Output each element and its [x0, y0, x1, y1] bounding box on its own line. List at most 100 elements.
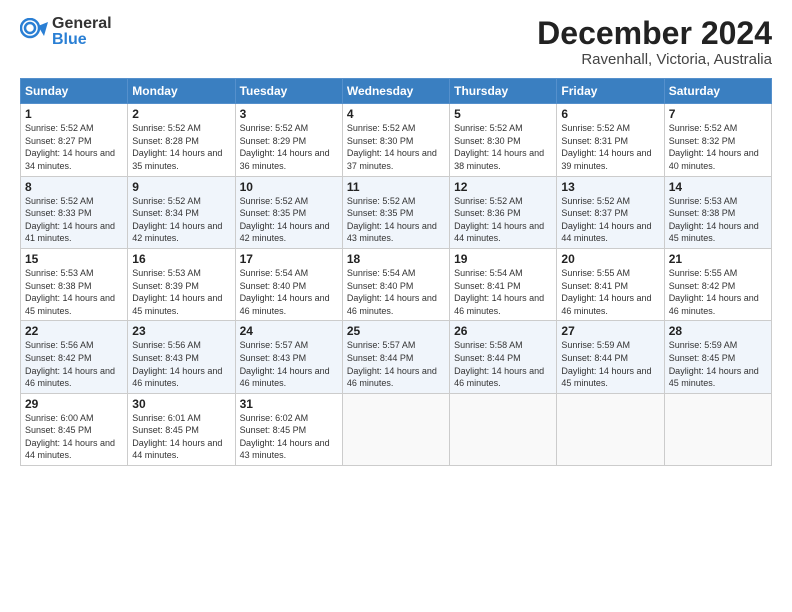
calendar-cell: 11 Sunrise: 5:52 AMSunset: 8:35 PMDayligh… — [342, 176, 449, 248]
day-info: Sunrise: 5:55 AMSunset: 8:42 PMDaylight:… — [669, 268, 759, 316]
day-info: Sunrise: 5:52 AMSunset: 8:32 PMDaylight:… — [669, 123, 759, 171]
header-cell-monday: Monday — [128, 79, 235, 104]
day-number: 26 — [454, 324, 552, 338]
calendar-cell: 30 Sunrise: 6:01 AMSunset: 8:45 PMDayligh… — [128, 393, 235, 465]
week-row-3: 15 Sunrise: 5:53 AMSunset: 8:38 PMDayligh… — [21, 248, 772, 320]
day-number: 25 — [347, 324, 445, 338]
calendar-cell: 8Sunrise: 5:52 AMSunset: 8:33 PMDaylight… — [21, 176, 128, 248]
day-number: 13 — [561, 180, 659, 194]
day-number: 8 — [25, 180, 123, 194]
day-number: 24 — [240, 324, 338, 338]
header-cell-tuesday: Tuesday — [235, 79, 342, 104]
calendar-cell: 17Sunrise: 5:54 AMSunset: 8:40 PMDayligh… — [235, 248, 342, 320]
calendar-cell: 20Sunrise: 5:55 AMSunset: 8:41 PMDayligh… — [557, 248, 664, 320]
week-row-1: 1 Sunrise: 5:52 AMSunset: 8:27 PMDaylight… — [21, 104, 772, 176]
day-info: Sunrise: 5:52 AMSunset: 8:35 PMDaylight:… — [240, 196, 330, 244]
day-info: Sunrise: 5:52 AMSunset: 8:30 PMDaylight:… — [454, 123, 544, 171]
calendar-cell: 16Sunrise: 5:53 AMSunset: 8:39 PMDayligh… — [128, 248, 235, 320]
logo-icon — [20, 18, 48, 46]
day-number: 27 — [561, 324, 659, 338]
day-info: Sunrise: 5:57 AMSunset: 8:44 PMDaylight:… — [347, 340, 437, 388]
day-number: 7 — [669, 107, 767, 121]
calendar-cell: 22 Sunrise: 5:56 AMSunset: 8:42 PMDayligh… — [21, 321, 128, 393]
header-cell-thursday: Thursday — [450, 79, 557, 104]
day-number: 10 — [240, 180, 338, 194]
calendar-cell: 24 Sunrise: 5:57 AMSunset: 8:43 PMDayligh… — [235, 321, 342, 393]
calendar-cell — [557, 393, 664, 465]
day-info: Sunrise: 5:55 AMSunset: 8:41 PMDaylight:… — [561, 268, 651, 316]
day-number: 5 — [454, 107, 552, 121]
day-number: 30 — [132, 397, 230, 411]
week-row-2: 8Sunrise: 5:52 AMSunset: 8:33 PMDaylight… — [21, 176, 772, 248]
calendar-cell: 3 Sunrise: 5:52 AMSunset: 8:29 PMDaylight… — [235, 104, 342, 176]
header-row: SundayMondayTuesdayWednesdayThursdayFrid… — [21, 79, 772, 104]
day-number: 23 — [132, 324, 230, 338]
header-cell-wednesday: Wednesday — [342, 79, 449, 104]
calendar-cell: 28 Sunrise: 5:59 AMSunset: 8:45 PMDayligh… — [664, 321, 771, 393]
calendar-cell: 4 Sunrise: 5:52 AMSunset: 8:30 PMDaylight… — [342, 104, 449, 176]
day-info: Sunrise: 6:02 AMSunset: 8:45 PMDaylight:… — [240, 413, 330, 461]
day-info: Sunrise: 5:52 AMSunset: 8:35 PMDaylight:… — [347, 196, 437, 244]
day-number: 6 — [561, 107, 659, 121]
week-row-4: 22 Sunrise: 5:56 AMSunset: 8:42 PMDayligh… — [21, 321, 772, 393]
calendar-cell: 15 Sunrise: 5:53 AMSunset: 8:38 PMDayligh… — [21, 248, 128, 320]
header: General Blue December 2024 Ravenhall, Vi… — [20, 16, 772, 68]
calendar-table: SundayMondayTuesdayWednesdayThursdayFrid… — [20, 78, 772, 466]
day-number: 29 — [25, 397, 123, 411]
day-info: Sunrise: 6:01 AMSunset: 8:45 PMDaylight:… — [132, 413, 222, 461]
logo-blue-label: Blue — [52, 32, 112, 48]
day-number: 2 — [132, 107, 230, 121]
calendar-cell: 29 Sunrise: 6:00 AMSunset: 8:45 PMDayligh… — [21, 393, 128, 465]
header-cell-friday: Friday — [557, 79, 664, 104]
day-info: Sunrise: 5:56 AMSunset: 8:43 PMDaylight:… — [132, 340, 222, 388]
day-number: 18 — [347, 252, 445, 266]
header-cell-saturday: Saturday — [664, 79, 771, 104]
calendar-cell: 26 Sunrise: 5:58 AMSunset: 8:44 PMDayligh… — [450, 321, 557, 393]
day-info: Sunrise: 5:58 AMSunset: 8:44 PMDaylight:… — [454, 340, 544, 388]
calendar-cell: 6Sunrise: 5:52 AMSunset: 8:31 PMDaylight… — [557, 104, 664, 176]
calendar-cell: 27Sunrise: 5:59 AMSunset: 8:44 PMDayligh… — [557, 321, 664, 393]
day-info: Sunrise: 5:53 AMSunset: 8:39 PMDaylight:… — [132, 268, 222, 316]
day-number: 11 — [347, 180, 445, 194]
page: General Blue December 2024 Ravenhall, Vi… — [0, 0, 792, 612]
day-info: Sunrise: 5:57 AMSunset: 8:43 PMDaylight:… — [240, 340, 330, 388]
day-number: 28 — [669, 324, 767, 338]
calendar-cell: 18Sunrise: 5:54 AMSunset: 8:40 PMDayligh… — [342, 248, 449, 320]
day-info: Sunrise: 5:52 AMSunset: 8:27 PMDaylight:… — [25, 123, 115, 171]
day-number: 3 — [240, 107, 338, 121]
day-info: Sunrise: 5:53 AMSunset: 8:38 PMDaylight:… — [25, 268, 115, 316]
day-number: 21 — [669, 252, 767, 266]
day-number: 31 — [240, 397, 338, 411]
calendar-cell: 31 Sunrise: 6:02 AMSunset: 8:45 PMDayligh… — [235, 393, 342, 465]
calendar-cell: 1 Sunrise: 5:52 AMSunset: 8:27 PMDaylight… — [21, 104, 128, 176]
day-info: Sunrise: 6:00 AMSunset: 8:45 PMDaylight:… — [25, 413, 115, 461]
day-number: 12 — [454, 180, 552, 194]
calendar-cell: 13Sunrise: 5:52 AMSunset: 8:37 PMDayligh… — [557, 176, 664, 248]
calendar-cell: 21 Sunrise: 5:55 AMSunset: 8:42 PMDayligh… — [664, 248, 771, 320]
day-info: Sunrise: 5:53 AMSunset: 8:38 PMDaylight:… — [669, 196, 759, 244]
day-info: Sunrise: 5:54 AMSunset: 8:41 PMDaylight:… — [454, 268, 544, 316]
day-info: Sunrise: 5:59 AMSunset: 8:45 PMDaylight:… — [669, 340, 759, 388]
calendar-cell — [664, 393, 771, 465]
calendar-cell: 14 Sunrise: 5:53 AMSunset: 8:38 PMDayligh… — [664, 176, 771, 248]
day-info: Sunrise: 5:52 AMSunset: 8:28 PMDaylight:… — [132, 123, 222, 171]
day-number: 19 — [454, 252, 552, 266]
day-number: 15 — [25, 252, 123, 266]
day-info: Sunrise: 5:52 AMSunset: 8:36 PMDaylight:… — [454, 196, 544, 244]
calendar-cell: 19 Sunrise: 5:54 AMSunset: 8:41 PMDayligh… — [450, 248, 557, 320]
calendar-cell: 23 Sunrise: 5:56 AMSunset: 8:43 PMDayligh… — [128, 321, 235, 393]
day-info: Sunrise: 5:52 AMSunset: 8:30 PMDaylight:… — [347, 123, 437, 171]
calendar-cell: 2 Sunrise: 5:52 AMSunset: 8:28 PMDaylight… — [128, 104, 235, 176]
logo-general-label: General — [52, 16, 112, 32]
location-title: Ravenhall, Victoria, Australia — [537, 51, 772, 68]
day-info: Sunrise: 5:52 AMSunset: 8:29 PMDaylight:… — [240, 123, 330, 171]
title-block: December 2024 Ravenhall, Victoria, Austr… — [537, 16, 772, 68]
day-number: 4 — [347, 107, 445, 121]
day-number: 1 — [25, 107, 123, 121]
calendar-cell — [342, 393, 449, 465]
month-title: December 2024 — [537, 16, 772, 51]
day-info: Sunrise: 5:56 AMSunset: 8:42 PMDaylight:… — [25, 340, 115, 388]
day-number: 14 — [669, 180, 767, 194]
calendar-cell — [450, 393, 557, 465]
day-number: 22 — [25, 324, 123, 338]
